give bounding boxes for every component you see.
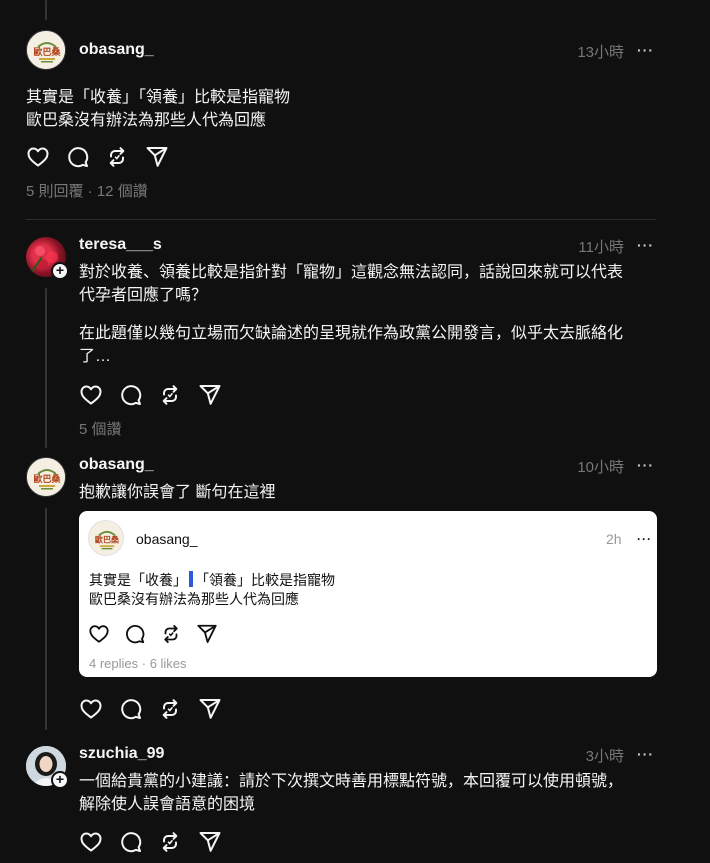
quoted-text: 其實是「收養」 「領養」比較是指寵物 歐巴桑沒有辦法為那些人代為回應 — [89, 571, 335, 609]
post-text-line: 其實是「收養」「領養」比較是指寵物 — [26, 89, 291, 106]
thread-line-obasang-reply — [45, 508, 47, 730]
post-stats[interactable]: 5 個讚 — [79, 418, 122, 439]
username[interactable]: obasang_ — [79, 41, 154, 59]
post-text-line: 對於收養、領養比較是指針對「寵物」這觀念無法認同，話說回來就可以代表 — [79, 264, 624, 281]
share-icon[interactable] — [198, 383, 222, 407]
repost-icon[interactable] — [158, 383, 182, 407]
heart-icon[interactable] — [79, 383, 103, 407]
comment-icon[interactable] — [119, 830, 143, 854]
more-options-button[interactable]: ··· — [637, 746, 654, 762]
comment-icon — [124, 623, 146, 645]
quoted-text-segment: 「領養」比較是指寵物 — [195, 572, 335, 588]
post-text: 抱歉讓你誤會了 斷句在這裡 — [79, 481, 275, 504]
timestamp[interactable]: 3小時 — [586, 745, 624, 766]
quoted-username: obasang_ — [136, 531, 198, 547]
post-text: 其實是「收養」「領養」比較是指寵物 歐巴桑沒有辦法為那些人代為回應 — [26, 86, 290, 132]
obasang-logo-icon — [89, 521, 124, 556]
post-text-line: 了… — [79, 348, 112, 365]
username[interactable]: obasang_ — [79, 456, 154, 474]
timestamp[interactable]: 11小時 — [578, 236, 624, 257]
comment-icon[interactable] — [119, 383, 143, 407]
obasang-logo-icon — [27, 458, 66, 497]
post-text: 對於收養、領養比較是指針對「寵物」這觀念無法認同，話說回來就可以代表 代孕者回應… — [79, 261, 659, 307]
share-icon — [196, 623, 218, 645]
post-text-line: 代孕者回應了嗎？ — [79, 287, 208, 304]
quoted-text-line: 其實是「收養」 「領養」比較是指寵物 — [89, 571, 335, 590]
post-text-line: 一個給貴黨的小建議：請於下次撰文時善用標點符號，本回覆可以使用頓號， — [79, 773, 624, 790]
post-text-line: 在此題僅以幾句立場而欠缺論述的呈現就作為政黨公開發言，似乎太去脈絡化 — [79, 325, 624, 342]
repost-icon — [160, 623, 182, 645]
share-icon[interactable] — [198, 697, 222, 721]
comment-icon[interactable] — [66, 145, 90, 169]
timestamp[interactable]: 10小時 — [577, 456, 624, 477]
action-bar — [26, 145, 176, 169]
quoted-avatar — [88, 520, 124, 556]
username[interactable]: szuchia_99 — [79, 745, 164, 763]
quoted-text-line: 歐巴桑沒有辦法為那些人代為回應 — [89, 591, 299, 607]
repost-icon[interactable] — [158, 830, 182, 854]
action-bar — [79, 697, 229, 721]
avatar[interactable] — [26, 457, 66, 497]
post-text-line: 歐巴桑沒有辦法為那些人代為回應 — [26, 112, 267, 129]
timestamp[interactable]: 13小時 — [577, 41, 624, 62]
heart-icon[interactable] — [79, 830, 103, 854]
highlight-bar — [189, 571, 193, 587]
more-options-button[interactable]: ··· — [637, 237, 654, 253]
username[interactable]: teresa___s — [79, 236, 162, 254]
heart-icon[interactable] — [79, 697, 103, 721]
heart-icon[interactable] — [26, 145, 50, 169]
more-options-button[interactable]: ··· — [637, 42, 654, 58]
post-text: 一個給貴黨的小建議：請於下次撰文時善用標點符號，本回覆可以使用頓號， 解除使人誤… — [79, 770, 659, 816]
repost-icon[interactable] — [105, 145, 129, 169]
action-bar — [79, 383, 229, 407]
action-bar — [79, 830, 229, 854]
quoted-more-icon: ··· — [637, 532, 652, 546]
thread-line-teresa — [45, 288, 47, 448]
share-icon[interactable] — [198, 830, 222, 854]
divider — [26, 219, 656, 220]
quoted-action-bar — [88, 623, 218, 647]
quoted-post-card[interactable]: obasang_ 2h ··· 其實是「收養」 「領養」比較是指寵物 歐巴桑沒有辦… — [79, 511, 657, 677]
follow-plus-icon[interactable]: + — [51, 262, 69, 280]
quoted-stats: 4 replies · 6 likes — [89, 656, 187, 671]
more-options-button[interactable]: ··· — [637, 457, 654, 473]
post-text-paragraph-2: 在此題僅以幾句立場而欠缺論述的呈現就作為政黨公開發言，似乎太去脈絡化 了… — [79, 322, 659, 368]
share-icon[interactable] — [145, 145, 169, 169]
avatar[interactable] — [26, 30, 66, 70]
follow-plus-icon[interactable]: + — [51, 771, 69, 789]
thread-line-top — [45, 0, 47, 20]
repost-icon[interactable] — [158, 697, 182, 721]
post-stats[interactable]: 5 則回覆 · 12 個讚 — [26, 180, 148, 201]
post-text-line: 抱歉讓你誤會了 斷句在這裡 — [79, 484, 276, 501]
quoted-timestamp: 2h — [606, 531, 622, 547]
quoted-text-segment: 其實是「收養」 — [89, 572, 187, 588]
heart-icon — [88, 623, 110, 645]
post-text-line: 解除使人誤會語意的困境 — [79, 796, 256, 813]
obasang-logo-icon — [27, 31, 66, 70]
comment-icon[interactable] — [119, 697, 143, 721]
